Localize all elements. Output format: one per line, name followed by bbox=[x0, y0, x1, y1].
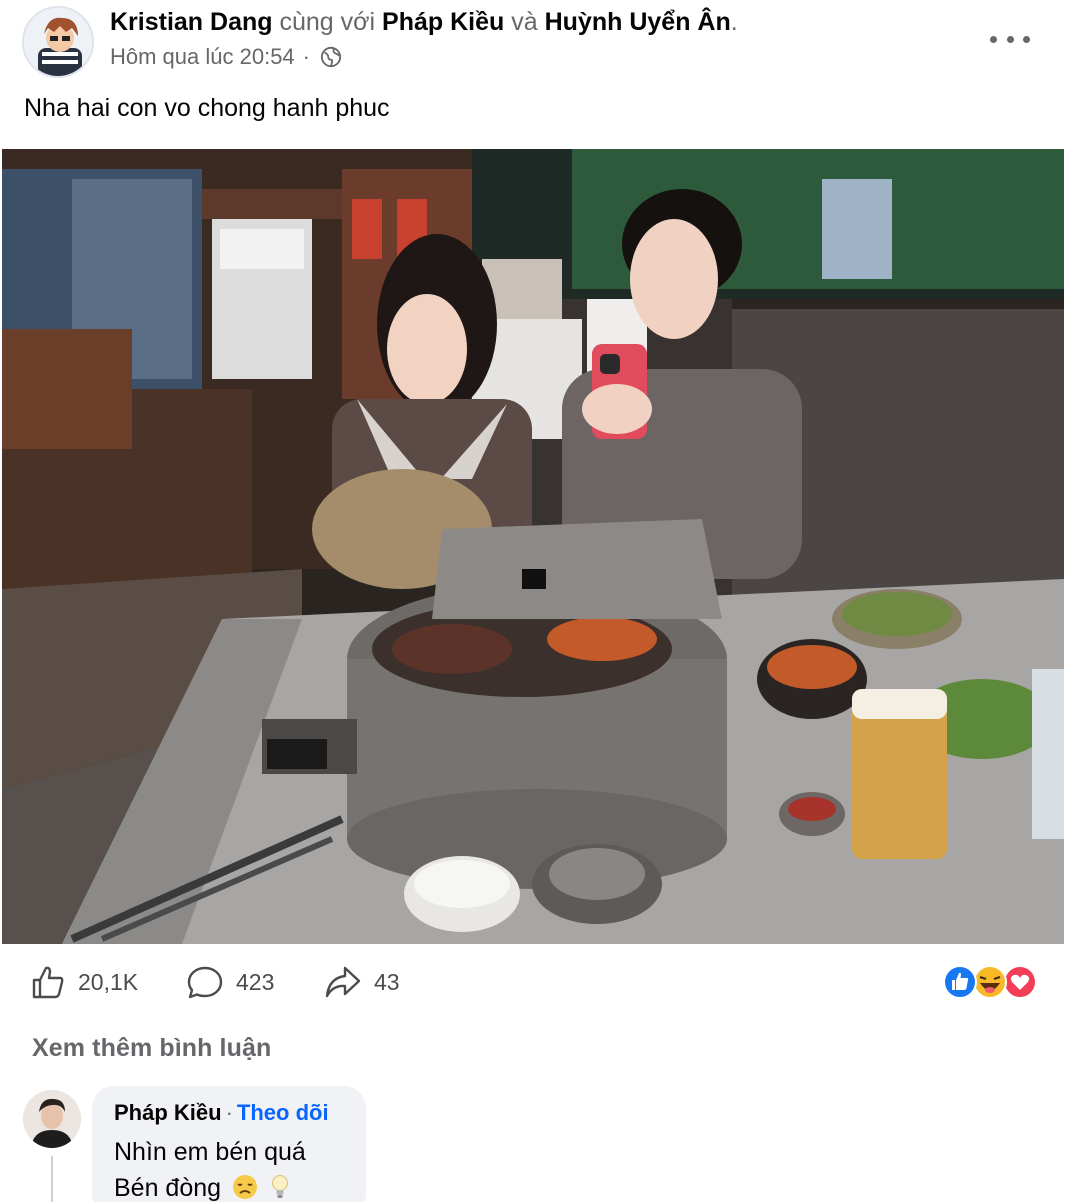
post-photo[interactable] bbox=[2, 149, 1064, 944]
disappointed-face-icon bbox=[233, 1175, 257, 1199]
comment-button[interactable]: 423 bbox=[186, 960, 274, 1004]
meta-separator: · bbox=[302, 44, 310, 69]
more-options-icon[interactable] bbox=[990, 24, 1030, 54]
author-avatar[interactable] bbox=[22, 6, 94, 78]
comment-line-2-row: Bén đòng bbox=[114, 1170, 344, 1202]
comment-icon bbox=[187, 966, 223, 999]
post-caption: Nha hai con vo chong hanh phuc bbox=[24, 94, 390, 122]
share-icon bbox=[325, 966, 361, 998]
love-reaction-icon bbox=[1003, 965, 1037, 999]
comment-line-2: Bén đòng bbox=[114, 1174, 222, 1202]
author-name[interactable]: Kristian Dang bbox=[110, 8, 273, 36]
share-count: 43 bbox=[374, 968, 400, 995]
follow-button[interactable]: Theo dõi bbox=[237, 1100, 329, 1125]
and-text: và bbox=[511, 8, 538, 36]
comment-header: Pháp Kiều · Theo dõi bbox=[114, 1100, 344, 1126]
facebook-post: Kristian Dang cùng với Pháp Kiều và Huỳn… bbox=[0, 0, 1066, 1202]
reactions-summary[interactable] bbox=[942, 964, 1040, 1000]
like-button[interactable]: 20,1K bbox=[30, 960, 138, 1004]
comment-thread-line bbox=[51, 1156, 53, 1202]
light-bulb-icon bbox=[271, 1175, 288, 1198]
like-count: 20,1K bbox=[78, 968, 139, 995]
tagged-user-2[interactable]: Huỳnh Uyển Ân bbox=[545, 8, 731, 36]
like-icon bbox=[32, 966, 64, 999]
post-actions: 20,1K 423 43 bbox=[0, 960, 1066, 1004]
period-text: . bbox=[730, 8, 738, 36]
see-more-comments[interactable]: Xem thêm bình luận bbox=[32, 1034, 271, 1063]
haha-reaction-icon bbox=[973, 965, 1007, 999]
comment-separator: · bbox=[225, 1100, 233, 1125]
globe-icon[interactable] bbox=[320, 46, 342, 68]
post-header-line: Kristian Dang cùng với Pháp Kiều và Huỳn… bbox=[110, 8, 738, 37]
commenter-avatar[interactable] bbox=[23, 1090, 81, 1148]
commenter-name[interactable]: Pháp Kiều bbox=[114, 1100, 222, 1125]
comment-bubble: Pháp Kiều · Theo dõi Nhìn em bén quá Bén đ… bbox=[92, 1086, 366, 1202]
post-meta: Hôm qua lúc 20:54 · bbox=[110, 44, 342, 70]
comment-text: Nhìn em bén quá Bén đòng bbox=[114, 1134, 344, 1202]
comment-line-1: Nhìn em bén quá bbox=[114, 1138, 306, 1166]
with-text: cùng với bbox=[279, 8, 376, 36]
comment-count: 423 bbox=[236, 968, 275, 995]
like-reaction-icon bbox=[943, 965, 977, 999]
share-button[interactable]: 43 bbox=[324, 960, 400, 1004]
tagged-user-1[interactable]: Pháp Kiều bbox=[382, 8, 504, 36]
post-timestamp[interactable]: Hôm qua lúc 20:54 bbox=[110, 44, 295, 70]
